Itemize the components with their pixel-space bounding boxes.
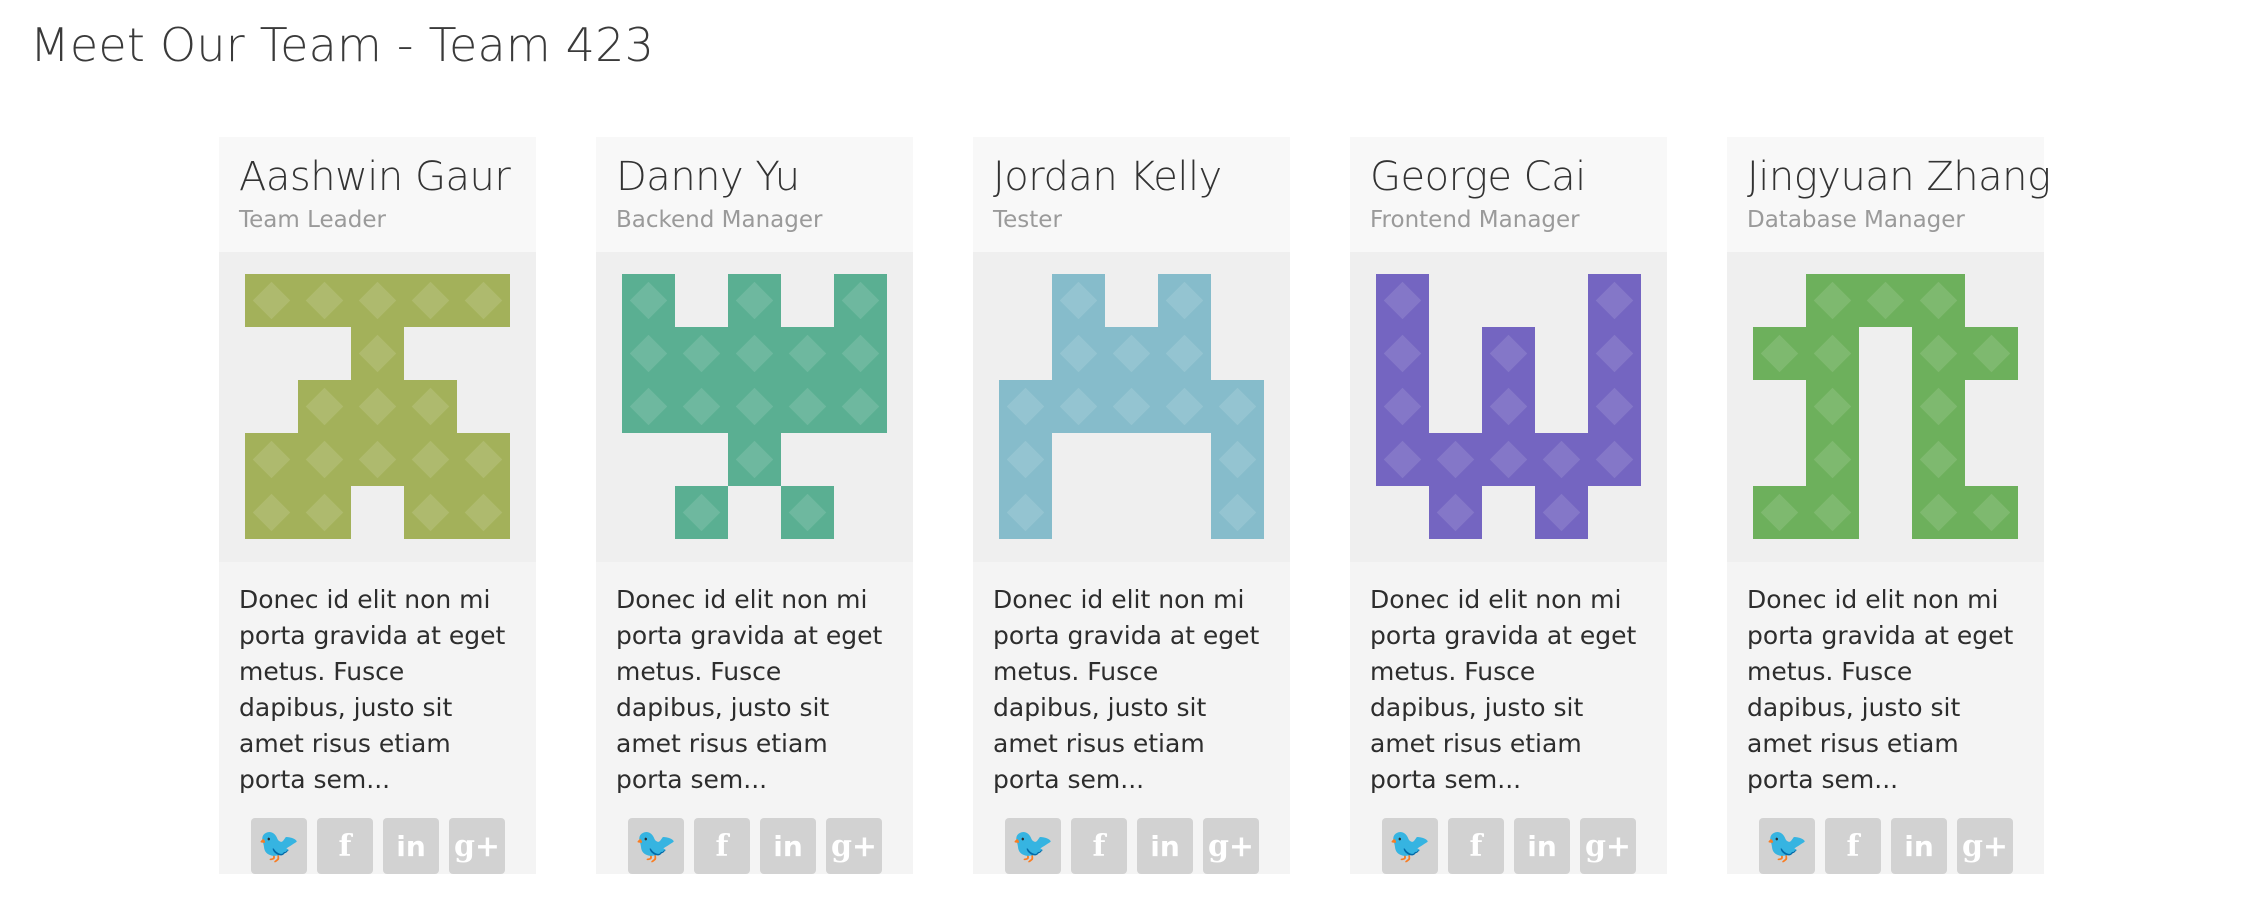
- member-bio: Donec id elit non mi porta gravida at eg…: [993, 585, 1260, 794]
- member-role: Team Leader: [239, 207, 386, 233]
- member-card: Jordan Kelly Tester Donec id elit non mi…: [973, 137, 1290, 874]
- member-name: George Cai: [1370, 154, 1586, 200]
- member-bio: Donec id elit non mi porta gravida at eg…: [239, 585, 506, 794]
- twitter-icon[interactable]: 🐦: [1382, 818, 1438, 874]
- avatar: [1350, 251, 1667, 562]
- member-role: Tester: [993, 207, 1062, 233]
- member-bio: Donec id elit non mi porta gravida at eg…: [1747, 585, 2014, 794]
- member-name: Jingyuan Zhang: [1747, 154, 2051, 200]
- google-plus-icon[interactable]: g+: [1580, 818, 1636, 874]
- social-links: 🐦 f in g+: [219, 798, 536, 874]
- google-plus-icon[interactable]: g+: [1957, 818, 2013, 874]
- member-card: George Cai Frontend Manager Donec id eli…: [1350, 137, 1667, 874]
- linkedin-icon[interactable]: in: [760, 818, 816, 874]
- member-role: Backend Manager: [616, 207, 823, 233]
- facebook-icon[interactable]: f: [1825, 818, 1881, 874]
- google-plus-icon[interactable]: g+: [1203, 818, 1259, 874]
- member-card: Jingyuan Zhang Database Manager Donec id…: [1727, 137, 2051, 874]
- twitter-icon[interactable]: 🐦: [1759, 818, 1815, 874]
- facebook-icon[interactable]: f: [694, 818, 750, 874]
- facebook-icon[interactable]: f: [1448, 818, 1504, 874]
- google-plus-icon[interactable]: g+: [826, 818, 882, 874]
- linkedin-icon[interactable]: in: [383, 818, 439, 874]
- identicon-avatar: [622, 274, 887, 540]
- facebook-icon[interactable]: f: [1071, 818, 1127, 874]
- avatar: [1727, 251, 2044, 562]
- facebook-icon[interactable]: f: [317, 818, 373, 874]
- avatar: [596, 251, 913, 562]
- member-header: Danny Yu Backend Manager: [596, 137, 913, 252]
- team-grid: Aashwin Gaur Team Leader Donec id elit n…: [219, 137, 2051, 874]
- social-links: 🐦 f in g+: [596, 798, 913, 874]
- member-name: Aashwin Gaur: [239, 154, 511, 200]
- member-name: Danny Yu: [616, 154, 800, 200]
- member-name: Jordan Kelly: [993, 154, 1222, 200]
- avatar: [219, 251, 536, 562]
- identicon-avatar: [245, 274, 510, 540]
- identicon-avatar: [1753, 274, 2018, 540]
- member-card: Danny Yu Backend Manager Donec id elit n…: [596, 137, 913, 874]
- linkedin-icon[interactable]: in: [1514, 818, 1570, 874]
- twitter-icon[interactable]: 🐦: [1005, 818, 1061, 874]
- member-header: George Cai Frontend Manager: [1350, 137, 1667, 252]
- linkedin-icon[interactable]: in: [1891, 818, 1947, 874]
- social-links: 🐦 f in g+: [1727, 798, 2044, 874]
- social-links: 🐦 f in g+: [973, 798, 1290, 874]
- google-plus-icon[interactable]: g+: [449, 818, 505, 874]
- member-header: Jordan Kelly Tester: [973, 137, 1290, 252]
- twitter-icon[interactable]: 🐦: [251, 818, 307, 874]
- twitter-icon[interactable]: 🐦: [628, 818, 684, 874]
- member-header: Jingyuan Zhang Database Manager: [1727, 137, 2051, 252]
- linkedin-icon[interactable]: in: [1137, 818, 1193, 874]
- identicon-avatar: [1376, 274, 1641, 540]
- social-links: 🐦 f in g+: [1350, 798, 1667, 874]
- member-role: Frontend Manager: [1370, 207, 1580, 233]
- member-card: Aashwin Gaur Team Leader Donec id elit n…: [219, 137, 536, 874]
- member-bio: Donec id elit non mi porta gravida at eg…: [616, 585, 883, 794]
- page-title: Meet Our Team - Team 423: [30, 18, 655, 72]
- member-header: Aashwin Gaur Team Leader: [219, 137, 536, 252]
- member-role: Database Manager: [1747, 207, 1965, 233]
- avatar: [973, 251, 1290, 562]
- member-bio: Donec id elit non mi porta gravida at eg…: [1370, 585, 1637, 794]
- identicon-avatar: [999, 274, 1264, 540]
